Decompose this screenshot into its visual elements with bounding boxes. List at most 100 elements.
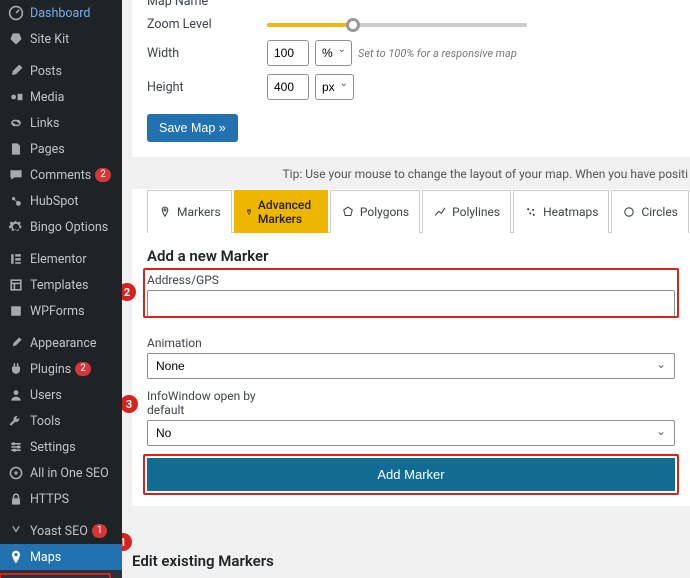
- width-input[interactable]: [267, 40, 309, 66]
- tab-label: Circles: [641, 205, 677, 219]
- tab-polygons[interactable]: Polygons: [330, 190, 420, 233]
- sidebar-item-label: HubSpot: [30, 194, 79, 209]
- pin-outline-icon: [245, 205, 253, 219]
- plugin-icon: [8, 361, 24, 377]
- map-pin-icon: [8, 549, 24, 565]
- save-map-button[interactable]: Save Map »: [147, 114, 238, 142]
- sidebar-item-label: Users: [30, 388, 62, 403]
- badge-count: 2: [75, 362, 91, 376]
- sidebar-item-pages[interactable]: Pages: [0, 136, 122, 162]
- animation-select[interactable]: None: [147, 353, 675, 379]
- add-marker-button[interactable]: Add Marker: [147, 458, 675, 491]
- tip-text: Tip: Use your mouse to change the layout…: [132, 157, 690, 189]
- sidebar-item-tools[interactable]: Tools: [0, 408, 122, 434]
- sidebar-item-label: Bingo Options: [30, 220, 108, 235]
- tab-label: Polylines: [452, 205, 500, 219]
- gear-icon: [8, 219, 24, 235]
- map-settings-panel: Map Name Zoom Level Width % Set to 100% …: [132, 0, 690, 157]
- sidebar-item-appearance[interactable]: Appearance: [0, 330, 122, 356]
- sidebar-item-label: Settings: [30, 440, 76, 455]
- height-unit-select[interactable]: px: [315, 74, 354, 100]
- infowindow-label: InfoWindow open by default: [147, 389, 257, 417]
- width-unit-select[interactable]: %: [315, 40, 352, 66]
- sidebar-item-settings[interactable]: Settings: [0, 434, 122, 460]
- settings-icon: [8, 439, 24, 455]
- sidebar-item-comments[interactable]: Comments 2: [0, 162, 122, 188]
- yoast-icon: [8, 523, 24, 539]
- circle-outline-icon: [622, 205, 636, 219]
- elementor-icon: [8, 251, 24, 267]
- aioseo-icon: [8, 465, 24, 481]
- polygon-outline-icon: [341, 205, 355, 219]
- tab-circles[interactable]: Circles: [611, 190, 688, 233]
- pin-outline-icon: [158, 205, 172, 219]
- sidebar-item-label: Appearance: [30, 336, 97, 351]
- sidebar-item-label: Elementor: [30, 252, 87, 267]
- sidebar-item-label: WPForms: [30, 304, 85, 319]
- pin-icon: [8, 63, 24, 79]
- sidebar-item-label: Comments: [30, 168, 91, 183]
- section-title: Add a new Marker: [147, 247, 675, 265]
- height-input[interactable]: [267, 74, 309, 100]
- admin-sidebar: Dashboard Site Kit Posts Media Links Pag…: [0, 0, 122, 578]
- sidebar-item-plugins[interactable]: Plugins 2: [0, 356, 122, 382]
- sidebar-item-bingo[interactable]: Bingo Options: [0, 214, 122, 240]
- link-icon: [8, 115, 24, 131]
- width-hint: Set to 100% for a responsive map: [358, 47, 517, 60]
- media-icon: [8, 89, 24, 105]
- height-label: Height: [147, 80, 267, 95]
- sidebar-item-users[interactable]: Users: [0, 382, 122, 408]
- sidebar-item-https[interactable]: HTTPS: [0, 486, 122, 512]
- sidebar-item-yoast[interactable]: Yoast SEO 1: [0, 518, 122, 544]
- address-label: Address/GPS: [147, 273, 675, 287]
- sidebar-item-label: All in One SEO: [30, 466, 109, 481]
- main-content: Map Name Zoom Level Width % Set to 100% …: [122, 0, 690, 578]
- infowindow-select[interactable]: No: [147, 420, 675, 446]
- address-input[interactable]: [147, 290, 675, 318]
- sidebar-item-dashboard[interactable]: Dashboard: [0, 0, 122, 26]
- sidebar-item-label: Plugins: [30, 362, 71, 377]
- sidebar-item-label: Pages: [30, 142, 65, 157]
- tools-icon: [8, 413, 24, 429]
- sidebar-item-templates[interactable]: Templates: [0, 272, 122, 298]
- sidebar-item-wpforms[interactable]: WPForms: [0, 298, 122, 324]
- sidebar-item-links[interactable]: Links: [0, 110, 122, 136]
- add-marker-section: Add a new Marker Address/GPS Animation N…: [147, 233, 675, 491]
- sidebar-item-aioseo[interactable]: All in One SEO: [0, 460, 122, 486]
- sidebar-item-elementor[interactable]: Elementor: [0, 246, 122, 272]
- zoom-slider[interactable]: [267, 23, 527, 27]
- sidebar-item-posts[interactable]: Posts: [0, 58, 122, 84]
- tab-polylines[interactable]: Polylines: [422, 190, 511, 233]
- sidebar-submenu: Maps Settings Support: [0, 570, 122, 578]
- slider-thumb[interactable]: [346, 18, 360, 32]
- page-icon: [8, 141, 24, 157]
- sidebar-item-hubspot[interactable]: HubSpot: [0, 188, 122, 214]
- sidebar-item-label: Templates: [30, 278, 88, 293]
- lock-icon: [8, 491, 24, 507]
- tab-heatmaps[interactable]: Heatmaps: [513, 190, 609, 233]
- hubspot-icon: [8, 193, 24, 209]
- zoom-label: Zoom Level: [147, 17, 267, 32]
- sidebar-item-label: Site Kit: [30, 32, 69, 47]
- sidebar-item-label: Links: [30, 116, 59, 131]
- brush-icon: [8, 335, 24, 351]
- edit-markers-section: Edit existing Markers Show 5 entries: [132, 506, 690, 578]
- users-icon: [8, 387, 24, 403]
- sidebar-item-label: Maps: [30, 550, 61, 565]
- sidebar-item-label: HTTPS: [30, 492, 69, 507]
- map-name-label: Map Name: [147, 0, 267, 9]
- tab-advanced-markers[interactable]: Advanced Markers: [234, 190, 328, 233]
- templates-icon: [8, 277, 24, 293]
- sidebar-item-media[interactable]: Media: [0, 84, 122, 110]
- sidebar-item-sitekit[interactable]: Site Kit: [0, 26, 122, 52]
- annotation-1: 1: [122, 533, 132, 551]
- comment-icon: [8, 167, 24, 183]
- tab-markers[interactable]: Markers: [147, 190, 232, 233]
- sidebar-item-maps[interactable]: Maps: [0, 544, 122, 570]
- tab-label: Advanced Markers: [258, 198, 317, 226]
- sidebar-item-label: Media: [30, 90, 64, 105]
- tabs-bar: Markers Advanced Markers Polygons Polyli…: [147, 189, 675, 233]
- badge-count: 1: [92, 524, 108, 538]
- polyline-outline-icon: [433, 205, 447, 219]
- width-label: Width: [147, 46, 267, 61]
